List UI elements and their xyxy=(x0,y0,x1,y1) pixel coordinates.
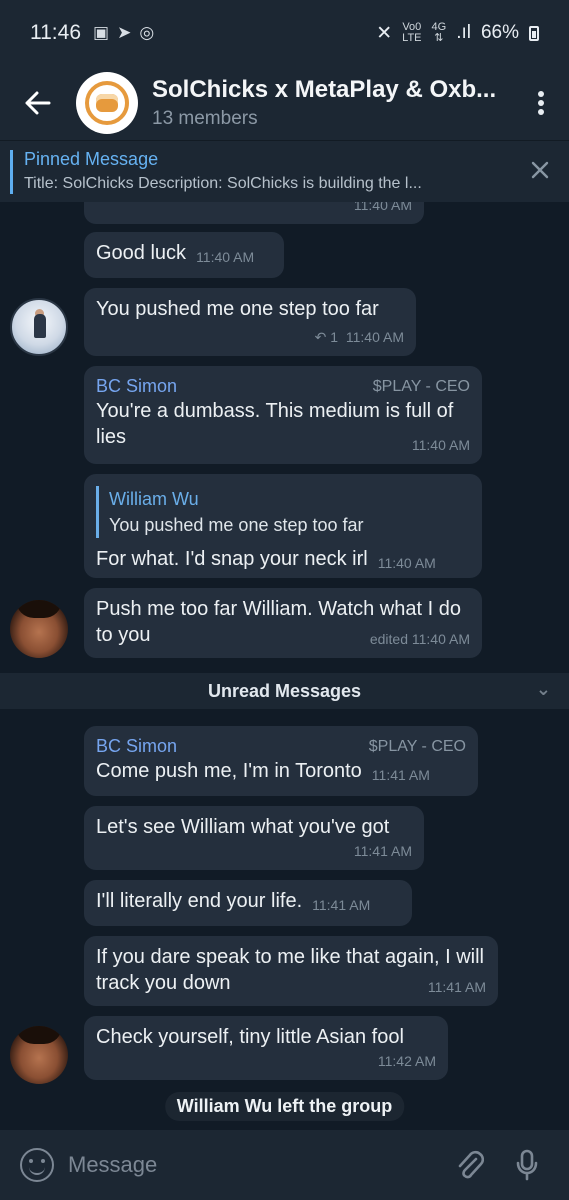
message-time: 11:40 AM xyxy=(196,249,255,265)
chevron-down-icon[interactable]: ⌄ xyxy=(536,679,551,700)
service-message: William Wu left the group xyxy=(164,1092,405,1121)
message-bubble[interactable]: I'll literally end your life. 11:41 AM xyxy=(84,880,412,926)
pinned-indicator xyxy=(10,150,13,194)
pinned-text: Title: SolChicks Description: SolChicks … xyxy=(24,175,422,192)
emoji-icon[interactable] xyxy=(20,1148,54,1182)
group-avatar[interactable] xyxy=(76,72,138,134)
message-bubble[interactable]: Push me too far William. Watch what I do… xyxy=(84,588,482,658)
whatsapp-icon: ◎ xyxy=(139,23,155,42)
message-time: 11:40 AM xyxy=(345,329,404,345)
member-count: 13 members xyxy=(152,108,258,129)
message-time: 11:40 AM xyxy=(353,202,412,213)
pinned-message-bar[interactable]: Pinned Message Title: SolChicks Descript… xyxy=(0,140,569,202)
sender-role: $PLAY - CEO xyxy=(368,738,466,755)
message-meta: ↶ 1 11:40 AM xyxy=(315,324,404,350)
unread-divider: Unread Messages ⌄ xyxy=(0,673,569,709)
status-time: 11:46 xyxy=(30,21,81,44)
message-text: I'll literally end your life. xyxy=(96,890,303,912)
mute-icon: ✕ xyxy=(376,22,393,44)
message-time: 11:40 AM xyxy=(377,555,436,571)
reply-icon: ↶ xyxy=(314,329,327,345)
battery-percent: 66% xyxy=(480,22,519,43)
unread-label: Unread Messages xyxy=(207,680,362,701)
message-bubble[interactable]: BC Simon $PLAY - CEO You're a dumbass. T… xyxy=(84,366,482,464)
signal-icon: .ıl xyxy=(456,22,471,43)
send-icon: ➤ xyxy=(117,23,132,42)
battery-icon xyxy=(529,25,539,41)
message-text: Check yourself, tiny little Asian fool xyxy=(96,1026,404,1048)
more-options-button[interactable] xyxy=(513,66,569,140)
back-button[interactable] xyxy=(0,66,76,140)
message-bubble[interactable]: You pushed me one step too far ↶ 1 11:40… xyxy=(84,288,416,356)
message-time: 11:41 AM xyxy=(371,767,430,783)
status-bar: 11:46 ▣ ➤ ◎ ✕ Vo0 LTE 4G ⇅ .ıl 66% xyxy=(0,0,569,66)
sender-role: $PLAY - CEO xyxy=(372,378,470,395)
paperclip-icon xyxy=(458,1150,484,1179)
notification-icons: ▣ ➤ ◎ xyxy=(93,23,154,43)
close-pinned-button[interactable] xyxy=(531,155,549,186)
composer-bar xyxy=(0,1130,569,1200)
message-bubble[interactable]: William Wu You pushed me one step too fa… xyxy=(84,474,482,578)
message-input[interactable] xyxy=(68,1152,447,1178)
back-arrow-icon xyxy=(25,91,51,115)
message-bubble[interactable]: BC Simon $PLAY - CEO Come push me, I'm i… xyxy=(84,726,478,796)
volte-indicator: Vo0 LTE xyxy=(402,21,422,44)
message-time: 11:41 AM xyxy=(427,979,486,995)
status-right: ✕ Vo0 LTE 4G ⇅ .ıl 66% xyxy=(376,22,539,45)
message-text: Let's see William what you've got xyxy=(96,816,390,838)
message-text: You pushed me one step too far xyxy=(96,298,379,320)
message-bubble[interactable]: 11:40 AM xyxy=(84,202,424,224)
message-time: 11:40 AM xyxy=(411,437,470,453)
avatar-william-wu[interactable] xyxy=(10,298,68,356)
more-vertical-icon xyxy=(538,91,544,115)
message-list[interactable]: 11:40 AM Good luck 11:40 AM You pushed me… xyxy=(0,202,569,1130)
pinned-label: Pinned Message xyxy=(24,149,159,169)
quote-text: You pushed me one step too far xyxy=(109,515,364,535)
gallery-icon: ▣ xyxy=(93,23,110,42)
chat-title: SolChicks x MetaPlay & Oxb... xyxy=(152,76,497,103)
message-bubble[interactable]: Good luck 11:40 AM xyxy=(84,232,284,278)
microphone-icon xyxy=(516,1149,538,1181)
message-bubble[interactable]: If you dare speak to me like that again,… xyxy=(84,936,498,1006)
close-icon xyxy=(531,161,549,179)
chat-info[interactable]: SolChicks x MetaPlay & Oxb... 13 members xyxy=(152,76,513,130)
quote-sender: William Wu xyxy=(109,489,199,509)
attach-button[interactable] xyxy=(447,1143,491,1187)
reply-count: 1 xyxy=(330,329,339,345)
message-bubble[interactable]: Check yourself, tiny little Asian fool 1… xyxy=(84,1016,448,1080)
message-time: edited 11:40 AM xyxy=(369,631,470,647)
message-text: For what. I'd snap your neck irl 11:40 AM xyxy=(96,548,436,571)
avatar-bc-simon[interactable] xyxy=(10,600,68,658)
message-time: 11:41 AM xyxy=(312,897,371,913)
message-text: Come push me, I'm in Toronto 11:41 AM xyxy=(96,760,430,783)
chat-header: SolChicks x MetaPlay & Oxb... 13 members xyxy=(0,66,569,140)
reply-quote[interactable]: William Wu You pushed me one step too fa… xyxy=(96,486,470,538)
microphone-button[interactable] xyxy=(505,1143,549,1187)
solchicks-logo xyxy=(96,94,118,112)
network-type-indicator: 4G ⇅ xyxy=(431,21,447,44)
message-time: 11:42 AM xyxy=(377,1053,436,1069)
message-time: 11:41 AM xyxy=(353,843,412,859)
message-text: Good luck xyxy=(96,242,187,264)
avatar-bc-simon[interactable] xyxy=(10,1026,68,1084)
message-bubble[interactable]: Let's see William what you've got 11:41 … xyxy=(84,806,424,870)
